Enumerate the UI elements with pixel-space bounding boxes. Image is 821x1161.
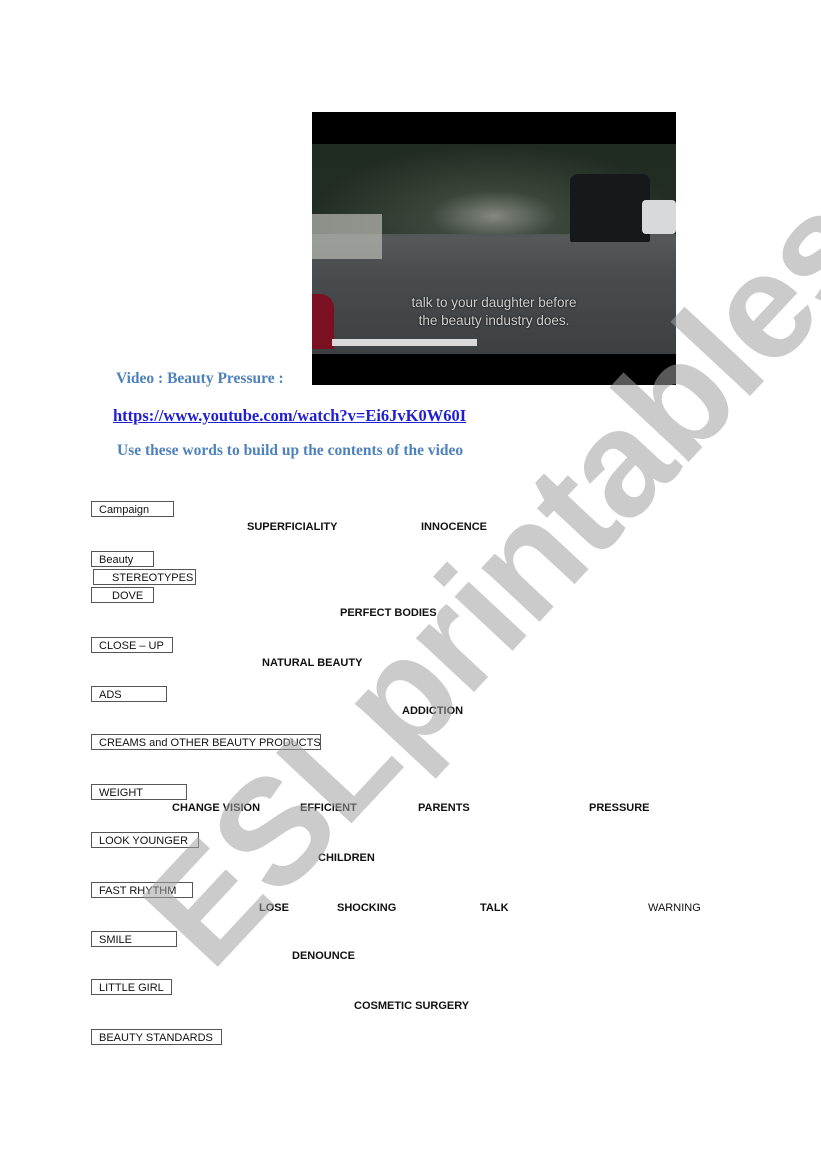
- word-children: CHILDREN: [318, 852, 375, 864]
- word-talk: TALK: [480, 902, 509, 914]
- word-box-look-younger: LOOK YOUNGER: [91, 832, 199, 848]
- fence: [312, 214, 382, 259]
- word-box-fast-rhythm: FAST RHYTHM: [91, 882, 193, 898]
- parked-car: [570, 174, 650, 242]
- subtitle-line-1: talk to your daughter before: [411, 295, 577, 310]
- video-subtitle: talk to your daughter before the beauty …: [312, 294, 676, 330]
- word-addiction: ADDICTION: [402, 705, 464, 717]
- video-title: Video : Beauty Pressure :: [116, 370, 284, 387]
- word-superficiality: SUPERFICIALITY: [247, 521, 338, 533]
- word-box-campaign: Campaign: [91, 501, 174, 517]
- word-box-beauty: Beauty: [91, 551, 154, 567]
- word-shocking: SHOCKING: [337, 902, 397, 914]
- word-parents: PARENTS: [418, 802, 470, 814]
- youtube-link[interactable]: https://www.youtube.com/watch?v=Ei6JvK0W…: [113, 406, 466, 426]
- white-truck: [642, 200, 676, 234]
- word-box-creams: CREAMS and OTHER BEAUTY PRODUCTS: [91, 734, 321, 750]
- word-box-little-girl: LITTLE GIRL: [91, 979, 172, 995]
- word-efficient: EFFICIENT: [300, 802, 357, 814]
- video-frame: talk to your daughter before the beauty …: [312, 144, 676, 354]
- instruction-text: Use these words to build up the contents…: [117, 442, 464, 459]
- word-cosmetic-surgery: COSMETIC SURGERY: [354, 1000, 470, 1012]
- word-pressure: PRESSURE: [589, 802, 650, 814]
- road-marking: [332, 339, 477, 346]
- word-box-smile: SMILE: [91, 931, 177, 947]
- word-natural-beauty: NATURAL BEAUTY: [262, 657, 363, 669]
- word-perfect-bodies: PERFECT BODIES: [340, 607, 437, 619]
- subtitle-line-2: the beauty industry does.: [418, 313, 570, 328]
- word-box-beauty-standards: BEAUTY STANDARDS: [91, 1029, 222, 1045]
- word-change-vision: CHANGE VISION: [172, 802, 261, 814]
- word-box-stereotypes: STEREOTYPES: [93, 569, 196, 585]
- word-box-weight: WEIGHT: [91, 784, 187, 800]
- word-box-dove: DOVE: [91, 587, 154, 603]
- word-box-close-up: CLOSE – UP: [91, 637, 173, 653]
- word-denounce: DENOUNCE: [292, 950, 355, 962]
- word-lose: LOSE: [259, 902, 289, 914]
- word-innocence: INNOCENCE: [421, 521, 488, 533]
- word-warning: WARNING: [648, 902, 701, 914]
- word-box-ads: ADS: [91, 686, 167, 702]
- video-thumbnail[interactable]: talk to your daughter before the beauty …: [312, 112, 676, 385]
